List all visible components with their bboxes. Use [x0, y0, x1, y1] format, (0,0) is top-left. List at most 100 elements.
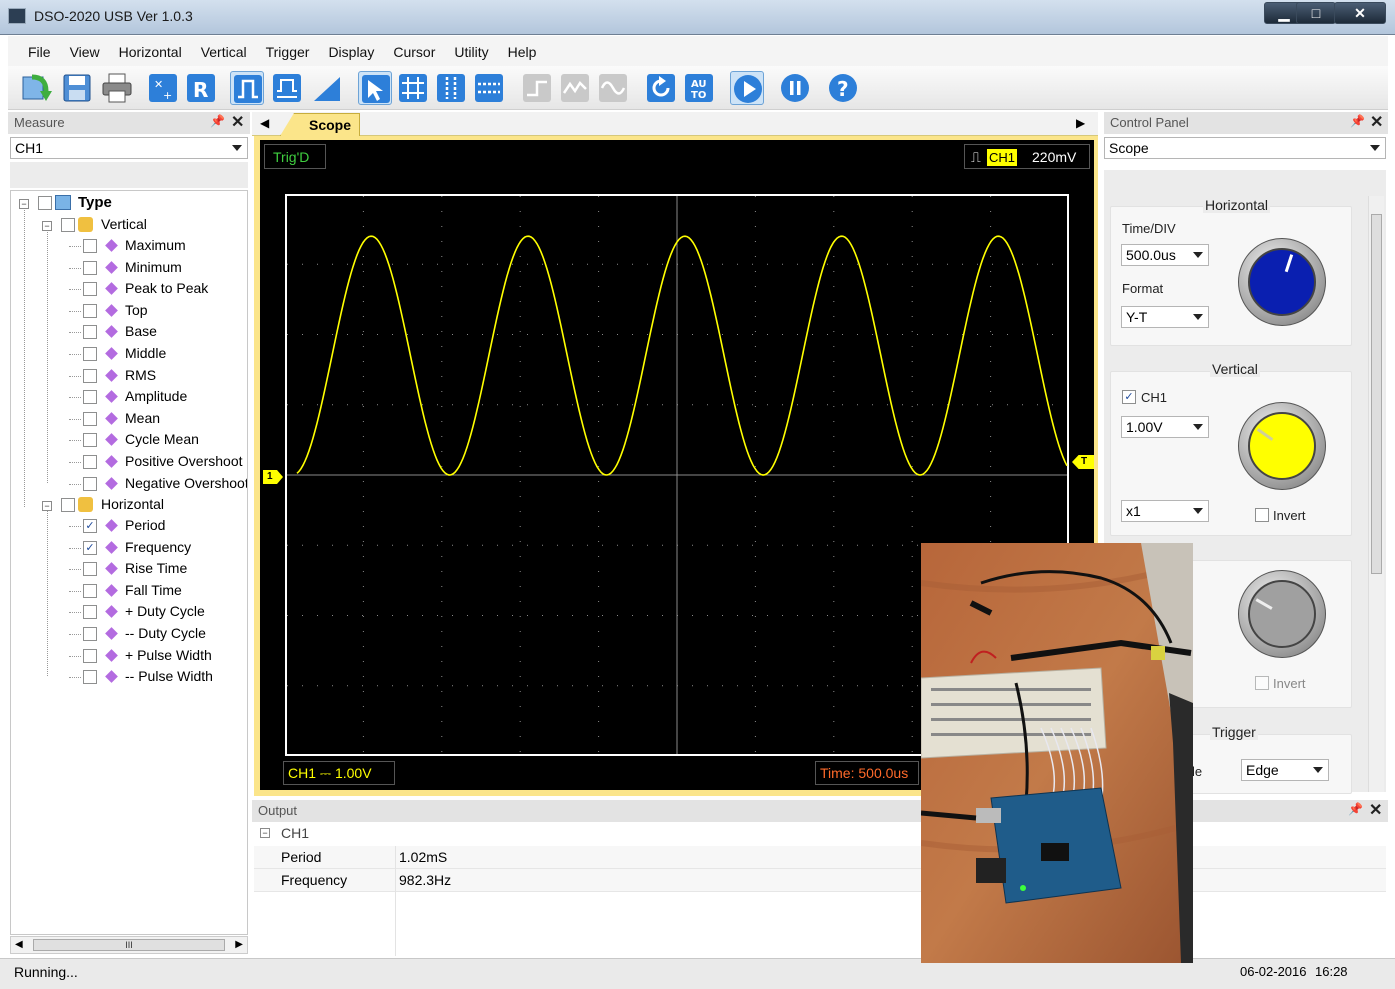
measure-item-checkbox[interactable]: ✓	[83, 519, 97, 533]
measure-item-checkbox[interactable]	[83, 605, 97, 620]
control-mode-select[interactable]: Scope	[1104, 137, 1386, 159]
measure-item[interactable]: -- Duty Cycle	[69, 624, 247, 644]
measure-item-checkbox[interactable]	[83, 583, 97, 598]
measure-item[interactable]: Cycle Mean	[69, 430, 247, 450]
tab-scroll-right-icon[interactable]: ▶	[1076, 116, 1085, 130]
measure-item[interactable]: Fall Time	[69, 581, 247, 601]
run-icon[interactable]	[730, 71, 764, 105]
single-pulse-icon[interactable]	[230, 71, 264, 105]
tree-root-type[interactable]: Type	[38, 193, 238, 213]
invert-checkbox[interactable]	[1255, 508, 1269, 522]
time-div-select[interactable]: 500.0us	[1121, 244, 1209, 266]
menu-file[interactable]: File	[22, 36, 57, 60]
pin-icon[interactable]: 📌	[210, 114, 225, 128]
measure-item[interactable]: Base	[69, 322, 247, 342]
volt-div-select[interactable]: 1.00V	[1121, 416, 1209, 438]
measure-item[interactable]: Middle	[69, 344, 247, 364]
measure-channel-select[interactable]: CH1	[10, 137, 248, 159]
time-base-knob[interactable]	[1238, 238, 1326, 326]
maximize-button[interactable]: □	[1296, 2, 1336, 24]
collapse-output-icon[interactable]: −	[260, 828, 270, 838]
auto-icon[interactable]: AU TO	[682, 71, 716, 105]
help-icon[interactable]: ?	[826, 71, 860, 105]
measure-item[interactable]: ✓ Frequency	[69, 538, 247, 558]
measure-item-checkbox[interactable]	[83, 368, 97, 383]
close-button[interactable]: ✕	[1334, 2, 1386, 24]
checkbox[interactable]	[61, 218, 75, 232]
measure-item-checkbox[interactable]	[83, 648, 97, 663]
measure-item-checkbox[interactable]	[83, 627, 97, 641]
menu-trigger[interactable]: Trigger	[260, 36, 316, 60]
pin-icon[interactable]: 📌	[1350, 114, 1365, 128]
sine-icon[interactable]	[596, 71, 630, 105]
menu-view[interactable]: View	[64, 36, 106, 60]
collapse-horizontal-icon[interactable]: −	[42, 501, 52, 511]
ch2-volt-knob[interactable]	[1238, 570, 1326, 658]
ramp-icon[interactable]	[310, 71, 344, 105]
open-icon[interactable]	[20, 71, 54, 105]
measure-item-checkbox[interactable]	[83, 282, 97, 297]
trigger-mode-select[interactable]: Edge	[1241, 759, 1329, 781]
scroll-thumb[interactable]: III	[33, 939, 225, 951]
scroll-right-icon[interactable]: ▶	[235, 939, 243, 950]
close-icon[interactable]: ✕	[231, 112, 244, 132]
select-icon[interactable]	[358, 71, 392, 105]
measure-horizontal-scrollbar[interactable]: ◀ III ▶	[10, 936, 248, 954]
measure-item[interactable]: Positive Overshoot	[69, 452, 247, 472]
step-icon[interactable]	[520, 71, 554, 105]
print-icon[interactable]	[100, 71, 134, 105]
measure-item[interactable]: + Pulse Width	[69, 646, 247, 666]
measure-item-checkbox[interactable]	[83, 347, 97, 361]
collapse-type-icon[interactable]: −	[19, 199, 29, 209]
vertical-cursor-icon[interactable]	[434, 71, 468, 105]
checkbox[interactable]	[38, 196, 52, 210]
save-icon[interactable]	[60, 71, 94, 105]
pin-icon[interactable]: 📌	[1348, 802, 1363, 816]
measure-item-checkbox[interactable]	[83, 455, 97, 469]
measure-item-checkbox[interactable]	[83, 476, 97, 491]
ch1-enable-checkbox[interactable]: ✓	[1122, 390, 1136, 404]
measure-item[interactable]: Maximum	[69, 236, 247, 256]
format-select[interactable]: Y-T	[1121, 306, 1209, 328]
measure-item[interactable]: Top	[69, 301, 247, 321]
tree-group-horizontal[interactable]: Horizontal	[61, 495, 241, 515]
refresh-icon[interactable]	[644, 71, 678, 105]
reset-icon[interactable]: R	[184, 71, 218, 105]
probe-select[interactable]: x1	[1121, 500, 1209, 522]
measure-item[interactable]: Minimum	[69, 258, 247, 278]
measure-item[interactable]: Negative Overshoot	[69, 474, 247, 494]
menu-help[interactable]: Help	[502, 36, 543, 60]
measure-item-checkbox[interactable]	[83, 411, 97, 426]
measure-item[interactable]: + Duty Cycle	[69, 602, 247, 622]
output-row[interactable]: Frequency 982.3Hz	[254, 869, 1386, 892]
control-panel-scrollbar[interactable]	[1368, 196, 1384, 792]
measure-item-checkbox[interactable]	[83, 239, 97, 253]
scroll-thumb[interactable]	[1371, 214, 1382, 574]
pulse-icon[interactable]	[270, 71, 304, 105]
measure-item[interactable]: ✓ Period	[69, 516, 247, 536]
volt-div-knob[interactable]	[1238, 402, 1326, 490]
measure-item-checkbox[interactable]: ✓	[83, 540, 97, 555]
collapse-vertical-icon[interactable]: −	[42, 221, 52, 231]
menu-horizontal[interactable]: Horizontal	[113, 36, 188, 60]
measure-item-checkbox[interactable]	[83, 260, 97, 275]
measure-item[interactable]: Peak to Peak	[69, 279, 247, 299]
tree-group-vertical[interactable]: Vertical	[61, 215, 241, 235]
menu-utility[interactable]: Utility	[448, 36, 494, 60]
grid-icon[interactable]	[396, 71, 430, 105]
measure-item-checkbox[interactable]	[83, 670, 97, 685]
tab-scope[interactable]: Scope	[280, 113, 360, 136]
horizontal-cursor-icon[interactable]	[472, 71, 506, 105]
pause-icon[interactable]	[778, 71, 812, 105]
measure-item[interactable]: Mean	[69, 409, 247, 429]
measure-item-checkbox[interactable]	[83, 325, 97, 340]
measure-item-checkbox[interactable]	[83, 433, 97, 448]
menu-cursor[interactable]: Cursor	[387, 36, 441, 60]
measure-item-checkbox[interactable]	[83, 390, 97, 405]
measure-item[interactable]: Rise Time	[69, 559, 247, 579]
checkbox[interactable]	[61, 498, 75, 512]
measure-item[interactable]: RMS	[69, 366, 247, 386]
wave-icon[interactable]	[558, 71, 592, 105]
close-icon[interactable]: ✕	[1370, 112, 1383, 132]
close-icon[interactable]: ✕	[1369, 800, 1382, 820]
